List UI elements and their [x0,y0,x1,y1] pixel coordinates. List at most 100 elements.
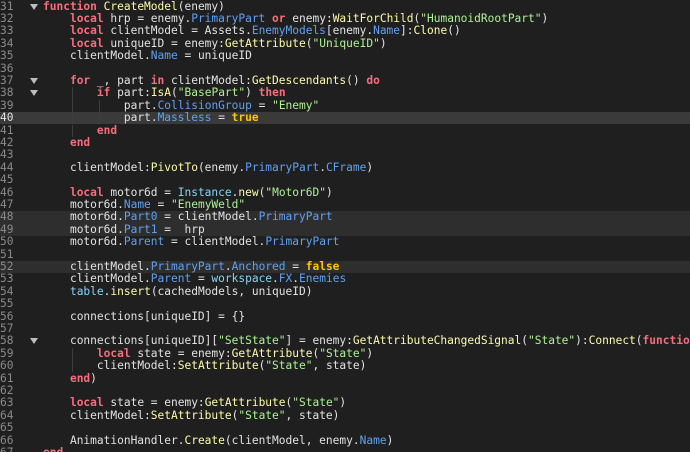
fold-arrow-icon[interactable] [30,77,38,84]
code-editor[interactable]: 31 function CreateModel(enemy) 32 local hrp… [0,0,690,452]
indent-guide [71,347,73,361]
code-token: , state) [285,408,340,422]
code-token: "Motor6D" [265,185,326,199]
code-token: enemy: [285,11,333,25]
code-line[interactable]: 50 motor6d.Parent = clientModel.PrimaryPa… [0,235,690,249]
code-line[interactable]: 44 clientModel:PivotTo(enemy.PrimaryPart.… [0,160,690,174]
code-token: ) [366,160,374,174]
code-line[interactable]: 67 end [0,446,690,452]
code-text: clientModel:SetAttribute("State", state) [69,408,340,422]
code-token: Clone [413,24,448,38]
code-line[interactable]: 54 table.insert(cachedModels, uniqueID) [0,285,690,298]
code-token: clientModel = Assets. [103,24,252,38]
line-number: 50 [0,235,14,249]
code-token: = [285,259,306,273]
code-token: Part1 [123,222,158,236]
code-text: clientModel:SetAttribute("State", state) [96,359,366,373]
code-token: function [642,334,690,348]
code-token: part: [110,86,151,100]
code-token: "Enemy" [272,98,320,112]
code-token: clientModel. [69,49,151,63]
code-token: part. [123,98,158,112]
line-number: 33 [0,24,14,38]
code-token: ) [245,86,259,100]
code-token: ): [575,334,589,348]
code-token: "State" [238,408,286,422]
code-token: for [69,73,91,87]
code-token: ] = enemy: [285,334,353,348]
code-token: "BasePart" [177,86,246,100]
code-token: local [69,36,104,50]
code-token: Create [184,433,225,447]
code-line[interactable]: 60 clientModel:SetAttribute("State", stat… [0,359,690,373]
line-number: 63 [0,396,14,410]
code-line[interactable]: 38 if part:IsA("BasePart") then [0,86,690,100]
code-token: connections[uniqueID][ [69,334,219,348]
code-token: "HumanoidRootPart" [420,11,542,25]
indent-guide [71,99,73,113]
code-token: ( [521,334,528,348]
code-token: SetAttribute [177,359,259,373]
code-token: in [150,73,165,87]
code-token: = [211,111,232,125]
code-line[interactable]: 35 clientModel.Name = uniqueID [0,49,690,63]
code-token: or [272,11,286,25]
code-token: ) [386,433,394,447]
code-token: ) [366,346,374,360]
code-text: table.insert(cachedModels, uniqueID) [70,285,313,298]
line-number: 65 [0,421,14,435]
code-token: . [319,160,326,174]
code-token: Name [150,49,178,63]
code-line[interactable]: 64 clientModel:SetAttribute("State", stat… [0,408,690,422]
code-token: "UniqueID" [312,36,380,50]
code-line[interactable]: 56 connections[uniqueID] = {} [0,310,690,323]
code-text: clientModel:PivotTo(enemy.PrimaryPart.CF… [69,160,374,174]
code-token: () [346,73,367,87]
code-token: state = enemy: [130,346,232,360]
line-number: 38 [0,86,14,100]
line-number: 40 [0,111,14,125]
code-token: (enemy) [177,0,225,13]
code-token: . [272,272,279,286]
code-token: Part0 [123,210,158,224]
code-token: motor6d. [69,222,124,236]
code-token: PivotTo [150,160,198,174]
code-token: ( [635,334,643,348]
fold-arrow-icon[interactable] [30,3,38,10]
code-token: hrp = enemy. [103,11,192,25]
fold-arrow-icon[interactable] [30,90,38,97]
code-line[interactable]: 42 end [0,136,690,149]
code-token: GetAttribute [204,396,286,410]
code-token: "State" [528,334,576,348]
line-number: 43 [0,148,14,162]
code-token: CollisionGroup [157,98,252,112]
code-token: clientModel: [69,160,151,174]
code-line[interactable]: 39 part.CollisionGroup = "Enemy" [0,98,690,113]
code-line[interactable]: 66 AnimationHandler.Create(clientModel, e… [0,433,690,447]
code-token: part. [123,111,158,125]
code-token: = [251,98,273,112]
code-token: Enemies [299,272,347,286]
fold-arrow-icon[interactable] [30,338,38,345]
code-token: EnemyModels [251,24,326,38]
code-token: = hrp [157,222,205,236]
code-token: clientModel: [96,359,178,373]
code-line[interactable]: 61 end) [0,371,690,385]
code-token: PrimaryPart [258,210,333,224]
code-token: WaitForChild [332,11,414,25]
code-token: ( [171,86,178,100]
code-token: () [447,24,461,38]
code-token: PrimaryPart [245,160,320,174]
code-token: clientModel: [69,408,151,422]
code-token: clientModel: [164,73,252,87]
code-token: ) [325,185,333,199]
code-token: uniqueID = enemy: [103,36,225,50]
code-token: then [258,86,286,100]
code-token: workspace [211,272,273,286]
code-token: end [69,371,91,385]
code-token: = clientModel. [157,210,259,224]
code-token: GetDescendants [251,73,347,87]
code-line[interactable]: 41 end [0,124,690,137]
code-token: ]: [400,24,414,38]
